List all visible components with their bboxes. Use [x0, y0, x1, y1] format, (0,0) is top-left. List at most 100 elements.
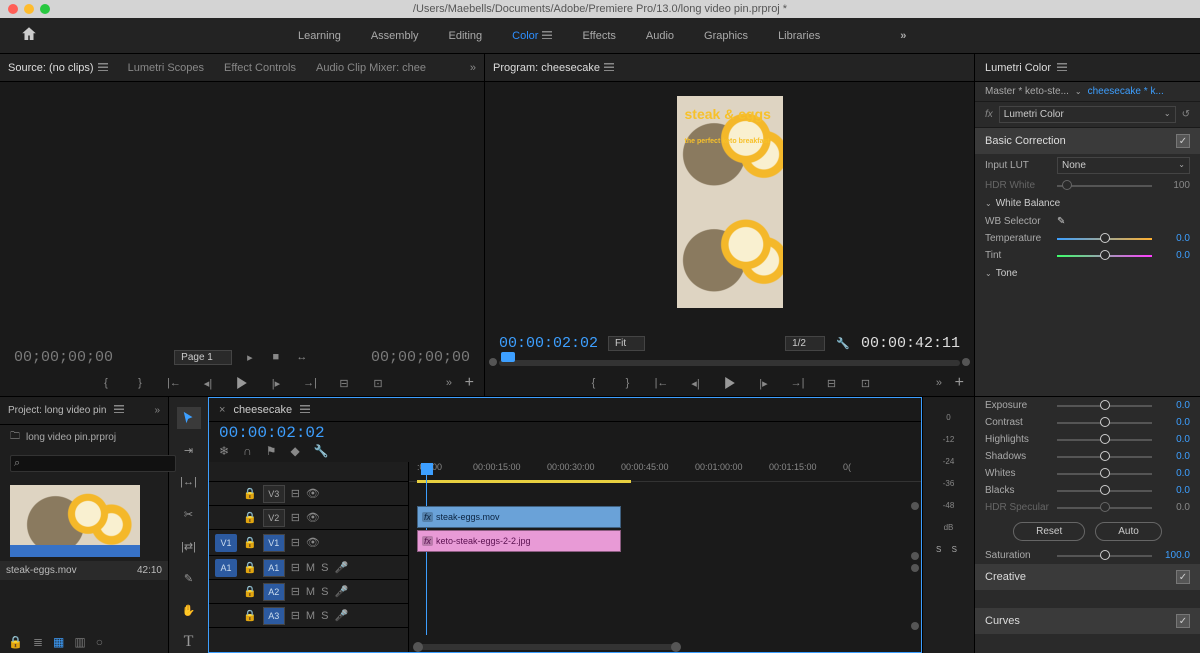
zoom-select[interactable]: Fit [608, 336, 645, 351]
add-button-icon[interactable]: + [465, 374, 474, 392]
source-v1[interactable]: V1 [215, 534, 237, 552]
hand-tool-icon[interactable]: ✋ [177, 599, 201, 621]
blacks-val[interactable]: 0.0 [1158, 485, 1190, 496]
workspace-color[interactable]: Color [512, 30, 552, 42]
clip-v1[interactable]: fxketo-steak-eggs-2-2.jpg [417, 530, 621, 552]
lift-icon[interactable]: ⊟ [824, 375, 840, 391]
master-clip-label[interactable]: Master * keto-ste... [985, 86, 1069, 97]
minimize-icon[interactable] [24, 4, 34, 14]
scroll-handle[interactable] [911, 502, 919, 510]
scroll-handle[interactable] [911, 622, 919, 630]
tint-val[interactable]: 0.0 [1158, 250, 1190, 261]
lock-icon[interactable]: 🔒 [243, 536, 257, 549]
reset-icon[interactable]: ↺ [1182, 109, 1190, 120]
marker-icon[interactable]: ↔ [294, 349, 310, 365]
eye-icon[interactable]: 👁 [306, 487, 320, 500]
close-seq-icon[interactable]: × [219, 404, 225, 416]
go-in-icon[interactable]: |← [166, 375, 182, 391]
mute-label[interactable]: M [306, 610, 315, 622]
icon-view-icon[interactable]: ▦ [53, 635, 64, 649]
play-icon[interactable] [722, 375, 738, 391]
track-v3[interactable]: V3 [263, 485, 285, 503]
mute-label[interactable]: M [306, 586, 315, 598]
pen-tool-icon[interactable]: ✎ [177, 567, 201, 589]
step-back-icon[interactable]: ◂| [200, 375, 216, 391]
overflow-icon[interactable]: » [154, 405, 160, 416]
hamburger-icon[interactable] [98, 62, 108, 74]
mute-label[interactable]: M [306, 562, 315, 574]
source-page-select[interactable]: Page 1 [174, 350, 232, 365]
h-scroll[interactable] [417, 644, 677, 650]
contrast-val[interactable]: 0.0 [1158, 417, 1190, 428]
overflow-icon[interactable]: » [936, 377, 942, 389]
exposure-val[interactable]: 0.0 [1158, 400, 1190, 411]
eyedropper-icon[interactable]: ✎ [1057, 216, 1065, 227]
workspace-assembly[interactable]: Assembly [371, 30, 419, 42]
source-tc-out[interactable]: 00;00;00;00 [371, 349, 470, 366]
temperature-slider[interactable] [1057, 238, 1152, 240]
tab-audio-mixer[interactable]: Audio Clip Mixer: chee [316, 62, 426, 74]
snap-icon[interactable]: ❄ [219, 444, 229, 458]
timeline-tracks[interactable]: :00:00 00:00:15:00 00:00:30:00 00:00:45:… [409, 462, 921, 652]
wb-header[interactable]: ⌄White Balance [975, 194, 1200, 213]
workspace-audio[interactable]: Audio [646, 30, 674, 42]
time-ruler[interactable]: :00:00 00:00:15:00 00:00:30:00 00:00:45:… [409, 462, 921, 482]
mic-icon[interactable]: 🎤 [334, 609, 348, 622]
workspace-editing[interactable]: Editing [449, 30, 483, 42]
workspace-graphics[interactable]: Graphics [704, 30, 748, 42]
input-lut-select[interactable]: None⌄ [1057, 157, 1190, 174]
effect-select[interactable]: Lumetri Color⌄ [999, 106, 1176, 123]
highlights-slider[interactable] [1057, 439, 1152, 441]
tab-program[interactable]: Program: cheesecake [493, 62, 614, 74]
zoom-handle-right[interactable] [962, 358, 970, 366]
workspace-libraries[interactable]: Libraries [778, 30, 820, 42]
toggle-out-icon[interactable]: ⊟ [291, 609, 300, 622]
track-v2[interactable]: V2 [263, 509, 285, 527]
highlights-val[interactable]: 0.0 [1158, 434, 1190, 445]
playhead-icon[interactable] [501, 352, 515, 362]
source-a1[interactable]: A1 [215, 559, 237, 577]
zoom-handle-left[interactable] [489, 358, 497, 366]
lock-icon[interactable]: 🔒 [243, 487, 257, 500]
clip-v2[interactable]: fxsteak-eggs.mov [417, 506, 621, 528]
step-back-icon[interactable]: ◂| [688, 375, 704, 391]
program-preview[interactable]: steak & eggs the perfect keto breakfast [677, 96, 783, 308]
freeform-view-icon[interactable]: ▥ [74, 635, 85, 649]
hamburger-icon[interactable] [604, 62, 614, 74]
tab-lumetri-scopes[interactable]: Lumetri Scopes [128, 62, 204, 74]
checkbox-icon[interactable]: ✓ [1176, 134, 1190, 148]
mic-icon[interactable]: 🎤 [334, 585, 348, 598]
resolution-select[interactable]: 1/2 [785, 336, 825, 351]
track-a2[interactable]: A2 [263, 583, 285, 601]
temperature-val[interactable]: 0.0 [1158, 233, 1190, 244]
track-a3[interactable]: A3 [263, 607, 285, 625]
clip-link[interactable]: cheesecake * k... [1088, 86, 1164, 97]
timeline-tc[interactable]: 00:00:02:02 [219, 424, 325, 442]
tab-effect-controls[interactable]: Effect Controls [224, 62, 296, 74]
lock-icon[interactable]: 🔒 [243, 585, 257, 598]
toggle-out-icon[interactable]: ⊟ [291, 487, 300, 500]
checkbox-icon[interactable]: ✓ [1176, 614, 1190, 628]
list-view-icon[interactable]: ≣ [33, 635, 43, 649]
shadows-slider[interactable] [1057, 456, 1152, 458]
wrench-icon[interactable]: 🔧 [314, 444, 329, 458]
slip-tool-icon[interactable]: |⇄| [177, 535, 201, 557]
checkbox-icon[interactable]: ✓ [1176, 570, 1190, 584]
mark-out-icon[interactable]: } [620, 375, 636, 391]
lock-icon[interactable]: 🔒 [243, 609, 257, 622]
whites-val[interactable]: 0.0 [1158, 468, 1190, 479]
mark-out-icon[interactable]: } [132, 375, 148, 391]
project-title[interactable]: Project: long video pin [8, 405, 106, 416]
workspace-effects[interactable]: Effects [582, 30, 615, 42]
track-a1[interactable]: A1 [263, 559, 285, 577]
close-icon[interactable] [8, 4, 18, 14]
stop-icon[interactable]: ■ [268, 349, 284, 365]
shadows-val[interactable]: 0.0 [1158, 451, 1190, 462]
home-icon[interactable] [20, 25, 38, 46]
eye-icon[interactable]: 👁 [306, 511, 320, 524]
overflow-icon[interactable]: » [446, 377, 452, 389]
go-in-icon[interactable]: |← [654, 375, 670, 391]
workspace-learning[interactable]: Learning [298, 30, 341, 42]
solo-label[interactable]: S [321, 610, 328, 622]
saturation-slider[interactable] [1057, 555, 1152, 557]
